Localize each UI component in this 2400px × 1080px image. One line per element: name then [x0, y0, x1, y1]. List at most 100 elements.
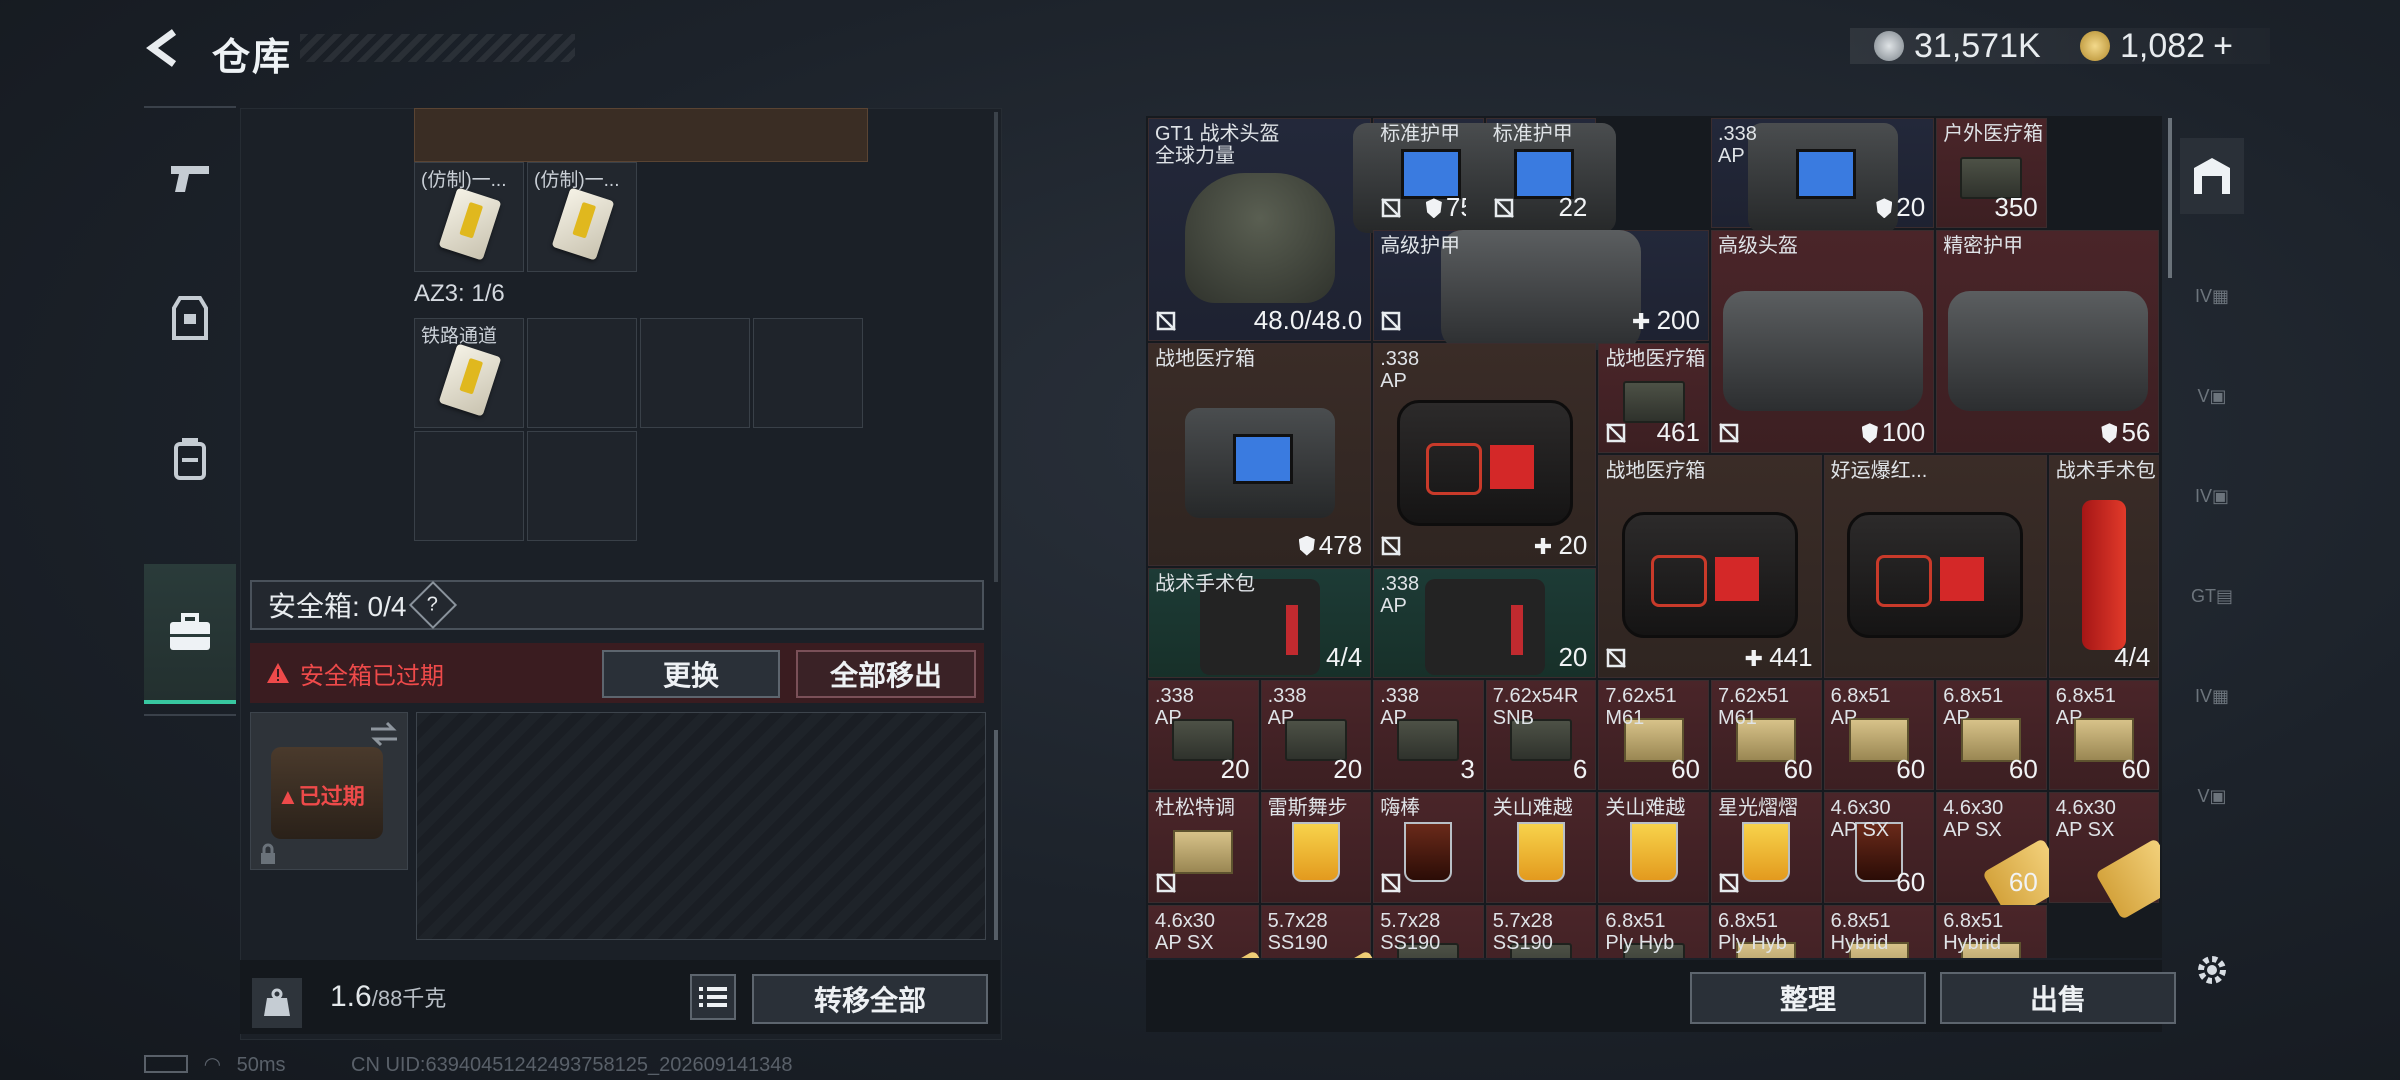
- wifi-icon: ◠: [203, 1054, 222, 1076]
- storage-item[interactable]: 战地医疗箱 478: [1148, 342, 1372, 566]
- filter-GT[interactable]: GT▤: [2180, 558, 2244, 634]
- grid-slot[interactable]: [640, 318, 750, 428]
- add-currency-button[interactable]: +: [2213, 27, 2233, 66]
- heal-plus-icon: ✚: [1533, 533, 1559, 559]
- settings-button[interactable]: [2180, 932, 2244, 1008]
- item-name: .338 AP: [1155, 685, 1194, 729]
- storage-item[interactable]: 雷斯舞步: [1260, 792, 1372, 903]
- list-view-button[interactable]: [690, 974, 736, 1020]
- storage-item[interactable]: 4.6x30 AP SX 60: [1823, 792, 1935, 903]
- swap-icon[interactable]: [369, 721, 399, 747]
- left-scrollbar[interactable]: [994, 112, 998, 582]
- storage-item[interactable]: 7.62x51 M61 60: [1711, 680, 1822, 791]
- storage-item[interactable]: 6.8x51 Hybrid: [1823, 904, 1935, 958]
- storage-item[interactable]: 7.62x51 M61 60: [1598, 680, 1709, 791]
- replace-button[interactable]: 更换: [602, 650, 780, 698]
- storage-item[interactable]: 6.8x51 Hybrid: [1936, 904, 2047, 958]
- item-value: 60: [1784, 754, 1813, 785]
- storage-item[interactable]: 嗨棒: [1373, 792, 1484, 903]
- storage-item[interactable]: 7.62x54R SNB 6: [1485, 680, 1597, 791]
- sort-button[interactable]: 整理: [1690, 972, 1926, 1024]
- storage-item[interactable]: 5.7x28 SS190: [1485, 904, 1597, 958]
- access-card-icon: [438, 343, 502, 417]
- storage-item[interactable]: 战地医疗箱 ✚ 441: [1598, 455, 1822, 678]
- safe-case-slot[interactable]: ▲已过期: [250, 712, 408, 870]
- transfer-all-button[interactable]: 转移全部: [752, 974, 988, 1024]
- storage-item[interactable]: 6.8x51 AP 60: [1936, 680, 2047, 791]
- storage-item[interactable]: .338 AP 3: [1373, 680, 1484, 791]
- grid-slot[interactable]: [753, 318, 863, 428]
- status-bar: ◠ 50ms CN UID:63940451242493758125_20260…: [144, 1052, 793, 1077]
- nav-backpack[interactable]: [144, 388, 236, 528]
- item-value: 60: [1671, 754, 1700, 785]
- grid-item-card-1[interactable]: (仿制)一...: [414, 162, 524, 272]
- filter-IV-2[interactable]: IV▣: [2180, 458, 2244, 534]
- remove-all-button[interactable]: 全部移出: [796, 650, 976, 698]
- storage-item[interactable]: 战术手术包 4/4: [1148, 567, 1372, 678]
- storage-item[interactable]: 6.8x51 AP 60: [1823, 680, 1935, 791]
- nav-weapons[interactable]: [144, 108, 236, 248]
- storage-item[interactable]: 5.7x28 SS190: [1373, 904, 1484, 958]
- storage-item[interactable]: 4.6x30 AP SX: [2048, 792, 2160, 920]
- no-insure-icon: [1381, 535, 1402, 556]
- item-name: 高级护甲: [1380, 235, 1461, 258]
- storage-item[interactable]: .338 AP 20: [1260, 680, 1372, 791]
- storage-item[interactable]: .338 AP 20: [1373, 567, 1597, 678]
- grid-slot[interactable]: [527, 431, 637, 541]
- storage-scrollbar[interactable]: [2168, 118, 2172, 278]
- left-scrollbar-thumb[interactable]: [994, 730, 998, 940]
- page-title: 仓库: [212, 37, 293, 79]
- heal-plus-icon: ✚: [1632, 308, 1657, 334]
- grid-item-rail-card[interactable]: 铁路通道: [414, 318, 524, 428]
- grid-slot[interactable]: [527, 318, 637, 428]
- storage-item[interactable]: 星光熠熠: [1711, 792, 1822, 903]
- no-insure-icon: [1606, 648, 1627, 668]
- storage-item[interactable]: 标准护甲 22: [1466, 118, 1617, 233]
- filter-IV-3[interactable]: IV▦: [2180, 658, 2244, 734]
- storage-item[interactable]: 高级头盔 100: [1711, 230, 1935, 454]
- filter-IV-1[interactable]: IV▦: [2180, 258, 2244, 334]
- storage-item[interactable]: 6.8x51 AP 60: [2048, 680, 2160, 791]
- case-status: 已过期: [298, 784, 365, 809]
- title-stripe: [300, 34, 575, 62]
- no-insure-icon: [1719, 423, 1739, 444]
- storage-item[interactable]: 精密护甲 56: [1936, 230, 2160, 454]
- currency-premium[interactable]: 1,082 +: [2080, 24, 2233, 68]
- nav-safe-case[interactable]: [144, 564, 236, 704]
- storage-item[interactable]: 战地医疗箱 461: [1598, 342, 1709, 454]
- grid-item-card-2[interactable]: (仿制)一...: [527, 162, 637, 272]
- storage-item[interactable]: 关山难越: [1485, 792, 1597, 903]
- help-button[interactable]: ?: [409, 580, 458, 630]
- heal-plus-icon: ✚: [1744, 645, 1770, 671]
- storage-item[interactable]: 杜松特调: [1148, 792, 1259, 903]
- grid-IV-icon: IV▦: [2194, 685, 2229, 706]
- nav-armor[interactable]: [144, 248, 236, 388]
- back-arrow-icon[interactable]: [144, 28, 184, 68]
- storage-item[interactable]: GT1 战术头盔 全球力量 48.0/48.0: [1148, 118, 1372, 341]
- item-name: 户外医疗箱: [1943, 123, 2044, 145]
- storage-item[interactable]: 关山难越: [1598, 792, 1709, 903]
- storage-item[interactable]: 高级护甲 ✚ 200: [1373, 229, 1709, 350]
- zone-label: AZ3: 1/6: [414, 280, 505, 307]
- item-name: 6.8x51 Hybrid: [1830, 909, 1891, 954]
- storage-item[interactable]: 好运爆红...: [1823, 455, 2047, 678]
- storage-item[interactable]: 6.8x51 Ply Hyb: [1711, 904, 1822, 958]
- sell-button[interactable]: 出售: [1940, 972, 2176, 1024]
- armor-bag-icon: [1722, 290, 1923, 411]
- storage-item[interactable]: 4.6x30 AP SX 60: [1936, 792, 2071, 920]
- storage-item[interactable]: 户外医疗箱 350: [1936, 118, 2047, 229]
- storage-item[interactable]: .338 AP ✚ 20: [1373, 342, 1597, 566]
- filter-V-2[interactable]: V▣: [2180, 758, 2244, 834]
- lock-icon: [261, 843, 275, 864]
- filter-V-1[interactable]: V▣: [2180, 358, 2244, 434]
- storage-item[interactable]: 4.6x30 AP SX: [1148, 904, 1283, 958]
- storage-item[interactable]: .338 AP 20: [1711, 118, 1935, 233]
- storage-item[interactable]: 6.8x51 Ply Hyb: [1598, 904, 1709, 958]
- item-name: 星光熠熠: [1718, 797, 1798, 820]
- storage-item[interactable]: .338 AP 20: [1148, 680, 1259, 791]
- value-text: 4/4: [2114, 641, 2151, 672]
- grid-slot[interactable]: [414, 431, 524, 541]
- storage-item[interactable]: 战术手术包 4/4: [2048, 455, 2160, 678]
- storage-item[interactable]: 5.7x28 SS190: [1260, 904, 1395, 958]
- filter-all[interactable]: [2180, 138, 2244, 214]
